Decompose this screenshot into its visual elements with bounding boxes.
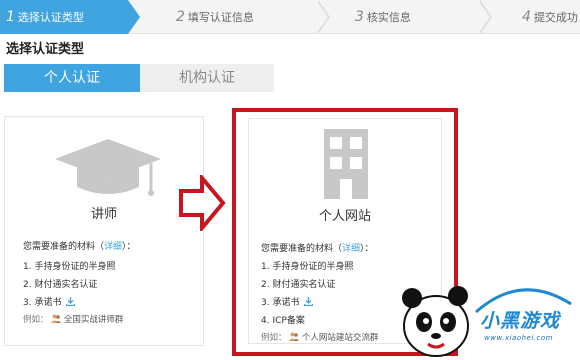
step-2: 2 填写认证信息 — [176, 0, 254, 34]
graduation-cap-icon — [55, 139, 161, 196]
step-number: 4 — [522, 9, 531, 25]
step-label: 提交成功 — [533, 11, 578, 24]
arrow-right-icon — [179, 175, 226, 231]
lecturer-card[interactable]: 讲师 您需要准备的材料（详细）： 1. 手持身份证的半身照 2. 财付通实名认证… — [4, 116, 204, 346]
step-label: 核实信息 — [366, 11, 411, 24]
step-number: 1 — [6, 9, 15, 25]
step-number: 2 — [176, 9, 185, 25]
step-separator-inner — [316, 0, 328, 34]
paren-close: ）： — [122, 242, 136, 252]
list-item-text: 3. 承诺书 — [23, 298, 62, 308]
brand-url: www.xiaohei.com — [484, 334, 553, 342]
list-item: 2. 财付通实名认证 — [23, 280, 98, 290]
panda-icon — [402, 286, 469, 357]
example-row: 例如： 全国实战讲师群 — [23, 313, 123, 325]
materials-text: 您需要准备的材料 — [23, 242, 96, 252]
download-icon[interactable] — [66, 297, 76, 307]
progress-steps: 1 选择认证类型 2 填写认证信息 3 核实信息 4 提交成功 — [0, 0, 580, 34]
example-group: 全国实战讲师群 — [63, 315, 124, 325]
list-item: 3. 承诺书 — [23, 295, 76, 308]
step-4: 4 提交成功 — [522, 0, 578, 34]
step-label: 选择认证类型 — [17, 11, 84, 24]
group-icon — [51, 314, 62, 323]
tab-personal-certification[interactable]: 个人认证 — [4, 64, 140, 92]
step-arrow-icon — [128, 0, 140, 34]
list-item: 1. 手持身份证的半身照 — [23, 262, 116, 272]
materials-label: 您需要准备的材料（详细）： — [23, 239, 136, 252]
step-3: 3 核实信息 — [355, 0, 411, 34]
step-1: 1 选择认证类型 — [0, 0, 128, 34]
step-number: 3 — [355, 9, 364, 25]
brand-name: 小黑游戏 — [480, 310, 561, 332]
step-label: 填写认证信息 — [187, 11, 254, 24]
details-link[interactable]: 详细 — [104, 242, 122, 252]
step-separator-inner — [478, 0, 490, 34]
paren-open: （ — [95, 242, 105, 252]
section-title: 选择认证类型 — [6, 42, 85, 57]
card-title: 讲师 — [90, 207, 117, 222]
example-label: 例如： — [23, 315, 49, 325]
tab-organization-certification[interactable]: 机构认证 — [140, 64, 274, 92]
